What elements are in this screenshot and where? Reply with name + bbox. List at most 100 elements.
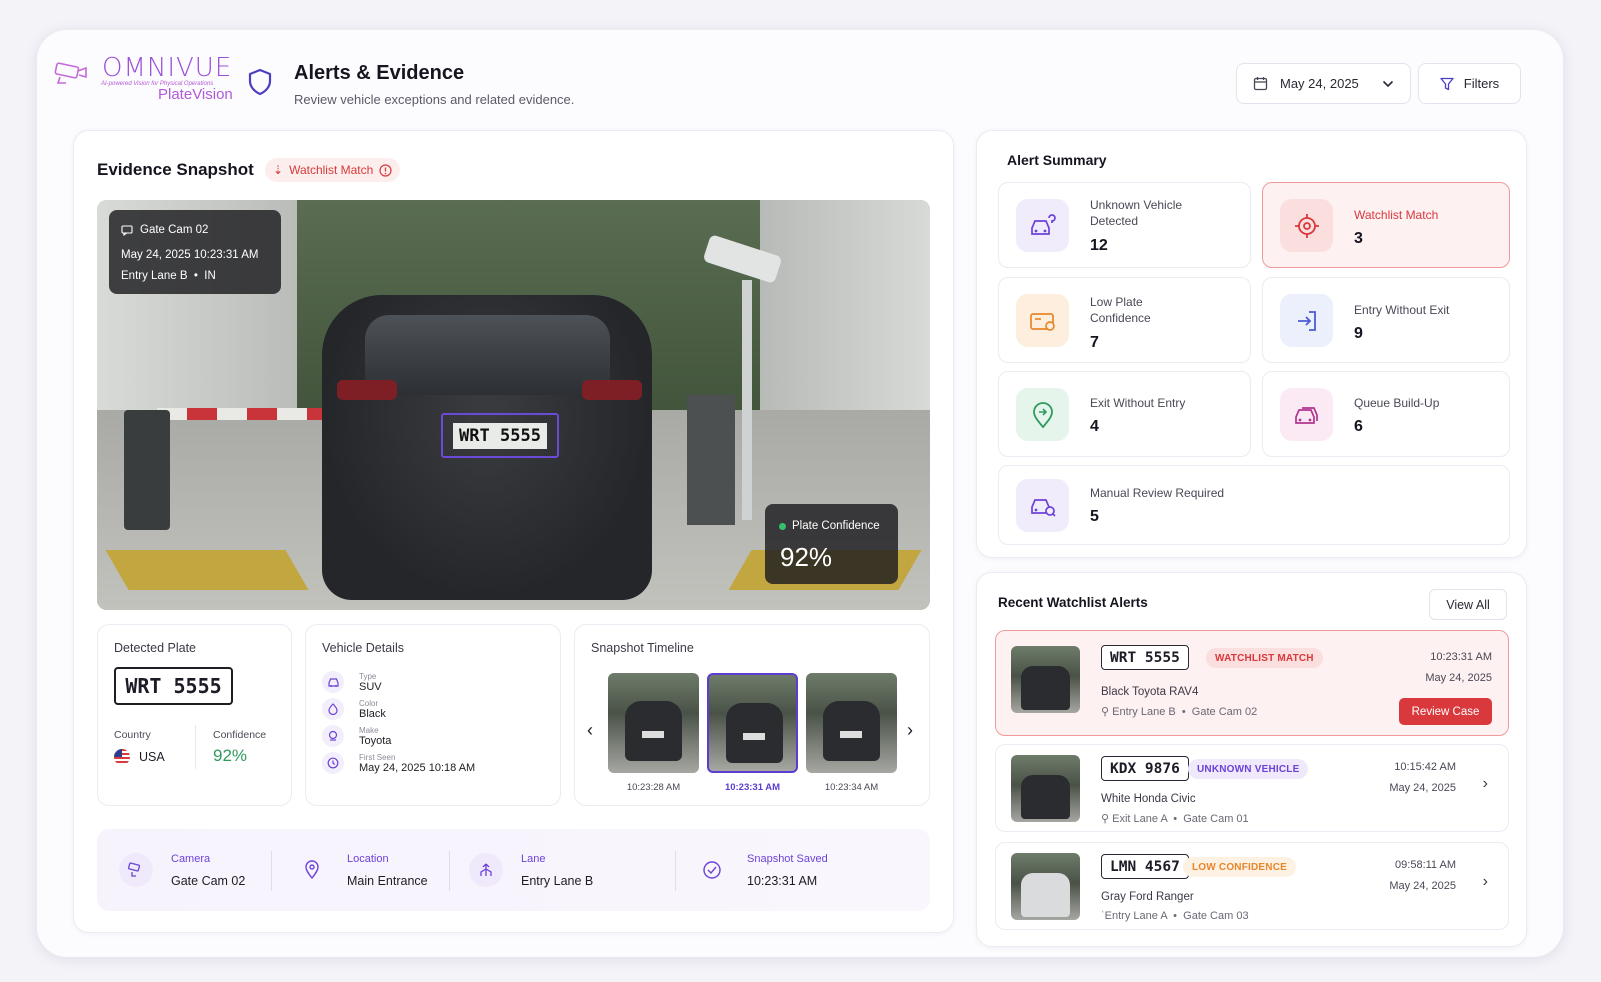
evidence-image[interactable]: WRT 5555 Gate Cam 02 May 24, 2025 10:23:… bbox=[97, 200, 930, 610]
palette-icon bbox=[322, 698, 344, 720]
recent-camera: Gate Cam 03 bbox=[1183, 910, 1249, 922]
timeline-title: Snapshot Timeline bbox=[591, 641, 694, 655]
info-camera-label: Camera bbox=[171, 852, 211, 865]
image-building-right bbox=[760, 200, 930, 440]
frame-plate bbox=[840, 731, 862, 738]
watchlist-chip-label: Watchlist Match bbox=[289, 163, 374, 177]
message-icon bbox=[121, 224, 133, 236]
camera-logo-icon bbox=[54, 62, 87, 84]
date-picker[interactable]: May 24, 2025 bbox=[1236, 63, 1411, 104]
country-label: Country bbox=[114, 729, 151, 741]
timeline-prev-button[interactable]: ‹ bbox=[587, 720, 593, 741]
vehicle-make-key: Make bbox=[359, 725, 379, 735]
summary-value: 4 bbox=[1090, 418, 1099, 435]
date-label: May 24, 2025 bbox=[1280, 76, 1359, 91]
timeline-next-button[interactable]: › bbox=[907, 720, 913, 741]
clock-icon bbox=[322, 752, 344, 774]
recent-lane: Entry Lane B bbox=[1112, 706, 1176, 718]
review-case-button[interactable]: Review Case bbox=[1399, 698, 1492, 725]
info-lane: Lane Entry Lane B bbox=[469, 829, 593, 911]
summary-value: 3 bbox=[1354, 230, 1363, 247]
overlay-lane-name: Entry Lane B bbox=[121, 270, 188, 282]
view-all-button[interactable]: View All bbox=[1429, 589, 1507, 620]
detected-plate-value: WRT 5555 bbox=[114, 667, 233, 705]
camera-overlay: Gate Cam 02 May 24, 2025 10:23:31 AM Ent… bbox=[109, 210, 281, 294]
summary-unknown-vehicle[interactable]: Unknown Vehicle Detected 12 bbox=[998, 182, 1251, 268]
summary-label: Queue Build-Up bbox=[1354, 396, 1440, 410]
summary-queue-buildup[interactable]: Queue Build-Up 6 bbox=[1262, 371, 1510, 457]
info-saved-value: 10:23:31 AM bbox=[747, 873, 818, 888]
calendar-icon bbox=[1253, 77, 1268, 91]
info-lane-label: Lane bbox=[521, 852, 546, 865]
image-camera-pole bbox=[742, 280, 752, 520]
login-icon bbox=[1280, 294, 1333, 347]
recent-model: White Honda Civic bbox=[1101, 793, 1196, 805]
recent-location: ⚲ Exit Lane A • Gate Cam 01 bbox=[1101, 813, 1249, 825]
recent-time: 10:15:42 AM bbox=[1394, 761, 1456, 773]
timeline-frame[interactable] bbox=[806, 673, 897, 773]
us-flag-icon bbox=[114, 749, 130, 765]
first-seen-key: First Seen bbox=[359, 752, 396, 762]
summary-low-confidence[interactable]: Low Plate Confidence 7 bbox=[998, 277, 1251, 363]
alert-pin-icon: ⇣ bbox=[273, 163, 284, 177]
vehicle-color-row: Color Black bbox=[322, 698, 386, 720]
info-saved-label: Snapshot Saved bbox=[747, 852, 828, 865]
first-seen-value: May 24, 2025 10:18 AM bbox=[359, 761, 476, 774]
brand-product: PlateVision bbox=[158, 86, 233, 103]
summary-exit-without-entry[interactable]: Exit Without Entry 4 bbox=[998, 371, 1251, 457]
chevron-right-icon[interactable]: › bbox=[1483, 775, 1488, 793]
vehicle-thumbnail bbox=[1011, 646, 1080, 713]
filters-button[interactable]: Filters bbox=[1418, 63, 1521, 104]
recent-plate: KDX 9876 bbox=[1101, 756, 1189, 781]
timeline-frame[interactable] bbox=[608, 673, 699, 773]
summary-label: Watchlist Match bbox=[1354, 208, 1439, 222]
info-camera-value: Gate Cam 02 bbox=[171, 873, 246, 888]
overlay-camera: Gate Cam 02 bbox=[140, 224, 209, 236]
recent-alert-item[interactable]: WRT 5555 WATCHLIST MATCH Black Toyota RA… bbox=[995, 630, 1509, 736]
detected-plate-card: Detected Plate WRT 5555 Country USA Conf… bbox=[97, 624, 292, 806]
overlay-lane: Entry Lane B • IN bbox=[121, 270, 216, 282]
vehicle-details-title: Vehicle Details bbox=[322, 641, 404, 655]
country-name: USA bbox=[139, 750, 165, 764]
lane-fork-icon bbox=[469, 853, 503, 887]
overlay-timestamp: May 24, 2025 10:23:31 AM bbox=[121, 249, 259, 261]
recent-camera: Gate Cam 02 bbox=[1191, 706, 1258, 718]
summary-entry-without-exit[interactable]: Entry Without Exit 9 bbox=[1262, 277, 1510, 363]
confidence-overlay: Plate Confidence 92% bbox=[765, 504, 898, 584]
info-icon[interactable] bbox=[379, 163, 392, 177]
recent-plate: LMN 4567 bbox=[1101, 854, 1189, 879]
confidence-overlay-value: 92% bbox=[780, 542, 833, 572]
image-curb bbox=[105, 550, 309, 590]
summary-label: Exit Without Entry bbox=[1090, 396, 1186, 410]
review-car-icon bbox=[1016, 479, 1069, 532]
recent-lane: Entry Lane A bbox=[1104, 910, 1168, 922]
chevron-down-icon bbox=[1382, 80, 1394, 87]
divider bbox=[675, 851, 676, 891]
status-badge: UNKNOWN VEHICLE bbox=[1188, 759, 1309, 779]
vehicle-color-key: Color bbox=[359, 698, 379, 708]
summary-label: Unknown Vehicle Detected bbox=[1090, 198, 1183, 228]
filters-label: Filters bbox=[1463, 76, 1500, 91]
make-icon bbox=[322, 725, 344, 747]
summary-value: 7 bbox=[1090, 334, 1099, 351]
timeline-frame-active[interactable] bbox=[707, 673, 798, 773]
vehicle-type-value: SUV bbox=[359, 680, 382, 693]
vehicle-type-row: Type SUV bbox=[322, 671, 382, 693]
frame-plate bbox=[743, 733, 765, 740]
recent-location: ˈEntry Lane A • Gate Cam 03 bbox=[1101, 910, 1249, 922]
recent-date: May 24, 2025 bbox=[1389, 782, 1456, 794]
recent-alert-item[interactable]: LMN 4567 LOW CONFIDENCE Gray Ford Ranger… bbox=[995, 842, 1509, 930]
recent-alert-item[interactable]: KDX 9876 UNKNOWN VEHICLE White Honda Civ… bbox=[995, 744, 1509, 832]
summary-watchlist-match[interactable]: Watchlist Match 3 bbox=[1262, 182, 1510, 268]
summary-manual-review[interactable]: Manual Review Required 5 bbox=[998, 465, 1510, 545]
recent-model: Gray Ford Ranger bbox=[1101, 891, 1194, 903]
status-badge: WATCHLIST MATCH bbox=[1206, 648, 1323, 668]
image-barrier-post bbox=[124, 410, 170, 530]
unknown-car-icon bbox=[1016, 199, 1069, 252]
filter-icon bbox=[1440, 77, 1454, 90]
frame-plate bbox=[642, 731, 664, 738]
chevron-right-icon[interactable]: › bbox=[1483, 873, 1488, 891]
vehicle-thumbnail bbox=[1011, 853, 1080, 920]
info-location: Location Main Entrance bbox=[295, 829, 428, 911]
recent-location: ⚲ Entry Lane B • Gate Cam 02 bbox=[1101, 706, 1258, 718]
